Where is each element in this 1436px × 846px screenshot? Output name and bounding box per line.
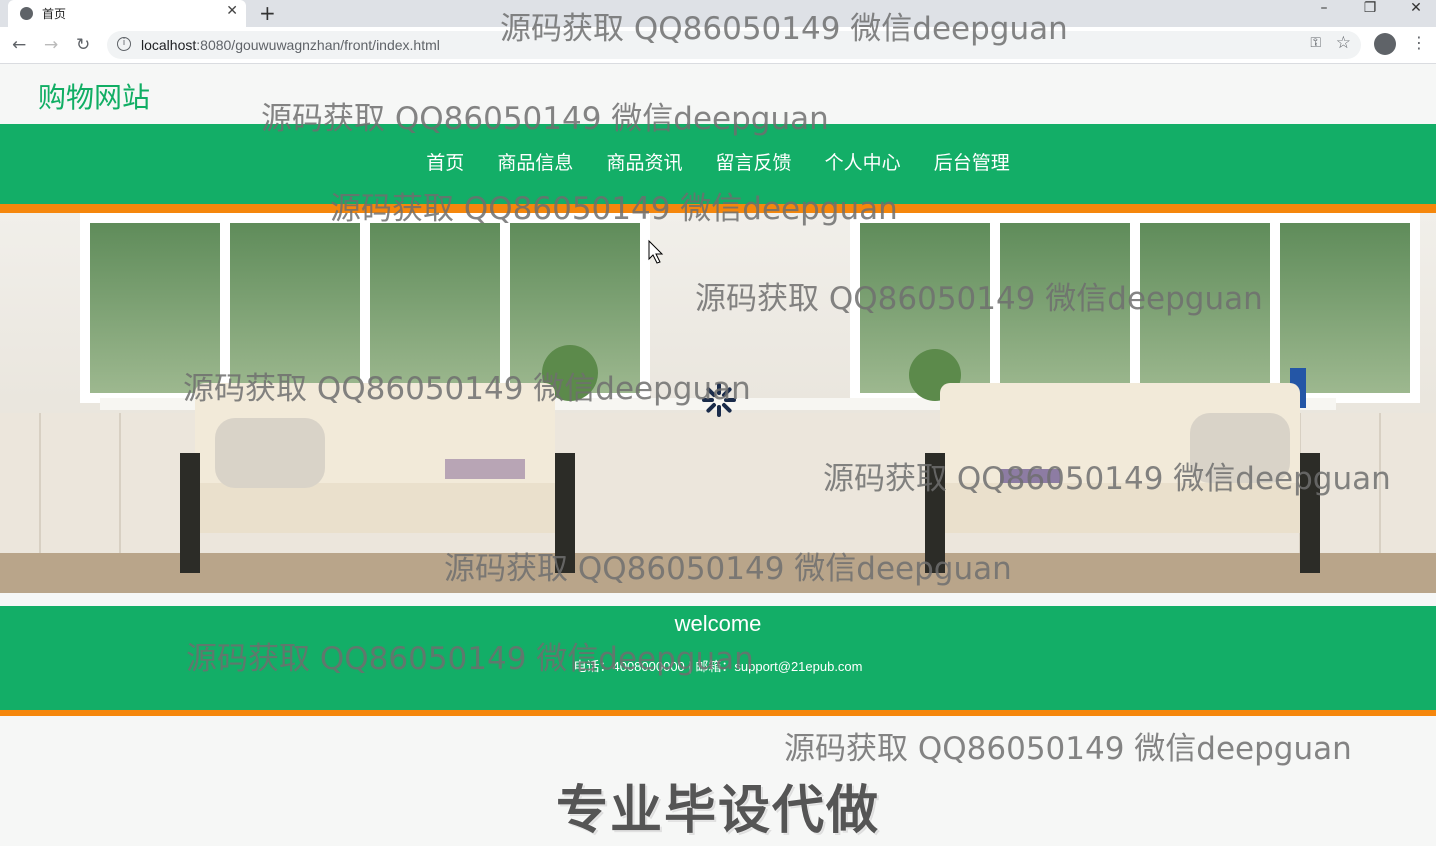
address-bar[interactable]: i localhost:8080/gouwuwagnzhan/front/ind… [107,31,1361,59]
site-footer: welcome 电话：4008000000 | 邮箱：support@21epu… [0,606,1436,710]
banner-image [0,213,1436,593]
promo-text: 专业毕设代做 [555,781,880,841]
accent-stripe-top [0,204,1436,213]
footer-welcome: welcome [674,611,762,636]
new-tab-button[interactable]: + [259,1,276,25]
nav-item-home[interactable]: 首页 [426,148,464,175]
watermark: 源码获取 QQ86050149 微信deepguan [784,731,1352,767]
close-window-button[interactable]: ✕ [1393,0,1436,16]
site-header: 购物网站 [0,64,1436,124]
nav-list: 首页 商品信息 商品资讯 留言反馈 个人中心 后台管理 [0,148,1436,175]
forward-button[interactable]: → [44,35,58,55]
site-info-icon[interactable]: i [117,37,131,51]
profile-avatar[interactable] [1374,33,1396,55]
hero-banner[interactable] [0,213,1436,593]
accent-stripe-bottom [0,710,1436,716]
url-path: :8080/gouwuwagnzhan/front/index.html [196,37,440,53]
browser-menu-icon[interactable]: ⋮ [1411,33,1427,52]
browser-toolbar: ← → ↻ i localhost:8080/gouwuwagnzhan/fro… [0,27,1436,64]
tab-close-icon[interactable]: ✕ [226,3,238,19]
minimize-button[interactable]: – [1301,0,1347,16]
bookmark-star-icon[interactable]: ☆ [1336,33,1351,53]
url-text: localhost:8080/gouwuwagnzhan/front/index… [141,37,440,53]
back-button[interactable]: ← [12,35,26,55]
reload-button[interactable]: ↻ [76,35,90,55]
globe-icon [20,7,33,20]
main-nav: 首页 商品信息 商品资讯 留言反馈 个人中心 后台管理 [0,124,1436,204]
browser-tab[interactable]: 首页 ✕ [8,0,246,27]
url-host: localhost [141,37,197,53]
footer-contact: 电话：4008000000 | 邮箱：support@21epub.com [573,659,863,674]
nav-item-profile[interactable]: 个人中心 [825,148,901,175]
nav-item-products[interactable]: 商品信息 [497,148,573,175]
nav-item-news[interactable]: 商品资讯 [606,148,682,175]
tab-strip: 首页 ✕ + – ❐ ✕ [0,0,1436,27]
key-icon[interactable]: ⚿ [1310,35,1321,51]
restore-button[interactable]: ❐ [1347,0,1393,16]
site-brand[interactable]: 购物网站 [38,76,150,116]
nav-item-admin[interactable]: 后台管理 [934,148,1010,175]
nav-item-feedback[interactable]: 留言反馈 [716,148,792,175]
tab-title: 首页 [42,7,67,21]
